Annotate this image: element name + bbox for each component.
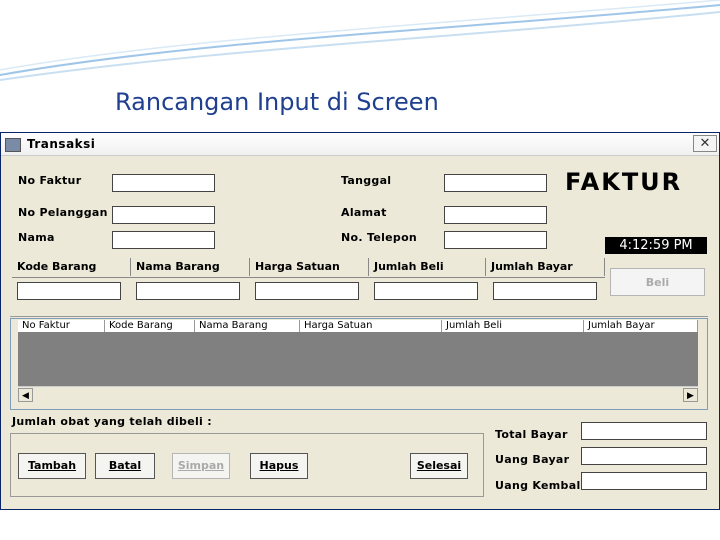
hapus-button[interactable]: Hapus (250, 453, 308, 479)
tanggal-label: Tanggal (341, 174, 392, 187)
batal-button[interactable]: Batal (95, 453, 155, 479)
telepon-field[interactable] (444, 231, 547, 249)
total-bayar-label: Total Bayar (495, 428, 568, 441)
horizontal-scrollbar[interactable]: ◀ ▶ (18, 386, 698, 403)
no-faktur-field[interactable] (112, 174, 215, 192)
uang-kembali-field[interactable] (581, 472, 707, 490)
tambah-button[interactable]: Tambah (18, 453, 86, 479)
entry-col-jumlah-bayar: Jumlah Bayar (486, 258, 605, 276)
nama-label: Nama (18, 231, 55, 244)
jumlah-bayar-input[interactable] (493, 282, 597, 300)
alamat-field[interactable] (444, 206, 547, 224)
count-label: Jumlah obat yang telah dibeli : (12, 415, 212, 428)
close-button[interactable]: ✕ (693, 135, 717, 152)
grid-col-harga-satuan[interactable]: Harga Satuan (300, 320, 442, 332)
uang-kembali-label: Uang Kembali (495, 479, 585, 492)
tanggal-field[interactable] (444, 174, 547, 192)
entry-col-kode-barang: Kode Barang (12, 258, 131, 276)
harga-satuan-input[interactable] (255, 282, 359, 300)
app-icon (5, 138, 21, 152)
uang-bayar-label: Uang Bayar (495, 453, 570, 466)
faktur-heading: FAKTUR (565, 168, 683, 196)
grid-separator (10, 316, 708, 317)
grid-col-kode-barang[interactable]: Kode Barang (105, 320, 195, 332)
no-pelanggan-label: No Pelanggan (18, 206, 108, 219)
entry-col-harga-satuan: Harga Satuan (250, 258, 369, 276)
clock-display: 4:12:59 PM (605, 237, 707, 254)
entry-col-jumlah-beli: Jumlah Beli (369, 258, 486, 276)
no-pelanggan-field[interactable] (112, 206, 215, 224)
nama-barang-input[interactable] (136, 282, 240, 300)
uang-bayar-field[interactable] (581, 447, 707, 465)
kode-barang-input[interactable] (17, 282, 121, 300)
window-titlebar[interactable]: Transaksi ✕ (1, 133, 719, 156)
simpan-button[interactable]: Simpan (172, 453, 230, 479)
decorative-swoosh (0, 0, 720, 81)
grid-col-no-faktur[interactable]: No Faktur (18, 320, 105, 332)
no-faktur-label: No Faktur (18, 174, 82, 187)
jumlah-beli-input[interactable] (374, 282, 478, 300)
grid-body[interactable] (18, 332, 698, 386)
scroll-left-icon[interactable]: ◀ (18, 388, 33, 402)
entry-col-nama-barang: Nama Barang (131, 258, 250, 276)
window-title: Transaksi (27, 137, 96, 151)
selesai-button[interactable]: Selesai (410, 453, 468, 479)
slide-title: Rancangan Input di Screen (115, 88, 439, 116)
alamat-label: Alamat (341, 206, 387, 219)
grid-col-jumlah-bayar[interactable]: Jumlah Bayar (584, 320, 698, 332)
scroll-right-icon[interactable]: ▶ (683, 388, 698, 402)
telepon-label: No. Telepon (341, 231, 418, 244)
nama-field[interactable] (112, 231, 215, 249)
total-bayar-field[interactable] (581, 422, 707, 440)
grid-col-jumlah-beli[interactable]: Jumlah Beli (442, 320, 584, 332)
grid-col-nama-barang[interactable]: Nama Barang (195, 320, 300, 332)
beli-button[interactable]: Beli (610, 268, 705, 296)
